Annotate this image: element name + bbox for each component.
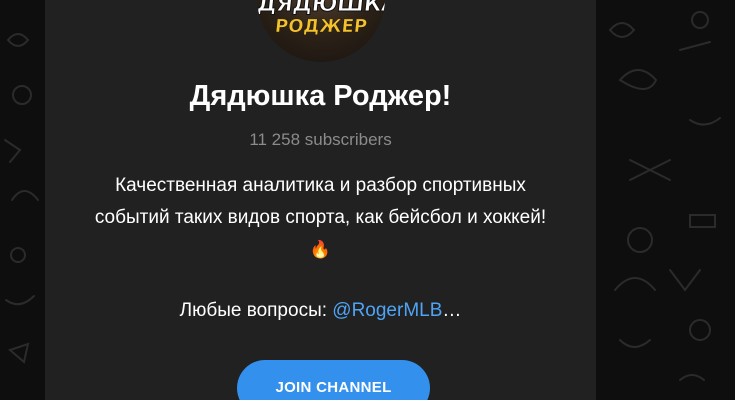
fire-emoji-icon: 🔥 [309, 240, 332, 259]
avatar-logo-text-top: ДЯДЮШКА [257, 0, 385, 18]
contact-username-link[interactable]: @RogerMLB [332, 300, 442, 321]
channel-description-text: Качественная аналитика и разбор спортивн… [94, 175, 547, 228]
contact-label: Любые вопросы: [179, 300, 333, 321]
avatar-logo-text-bottom: РОДЖЕР [273, 16, 369, 38]
channel-info-card: ДЯДЮШКА РОДЖЕР Дядюшка Роджер! 11 258 su… [45, 0, 596, 400]
channel-description: Качественная аналитика и разбор спортивн… [85, 170, 556, 266]
subscriber-count: 11 258 subscribers [249, 130, 392, 149]
channel-title: Дядюшка Роджер! [189, 80, 452, 112]
channel-contact: Любые вопросы: @RogerMLB… [45, 300, 596, 322]
channel-avatar[interactable]: ДЯДЮШКА РОДЖЕР [257, 0, 385, 62]
join-channel-button[interactable]: JOIN CHANNEL [237, 360, 430, 400]
contact-ellipsis: … [442, 300, 462, 321]
